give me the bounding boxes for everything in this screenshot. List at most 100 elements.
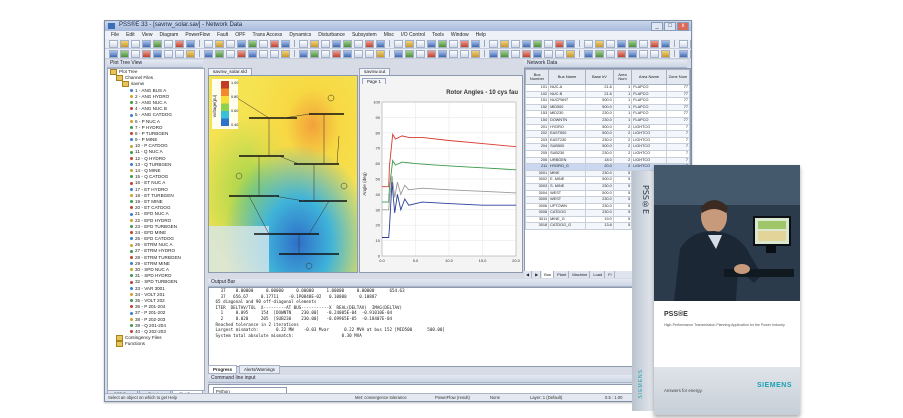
- toolbar-button[interactable]: [142, 39, 151, 48]
- plot-area[interactable]: Page 1 Rotor Angles - 10 cys fau Angle (…: [359, 75, 523, 273]
- toolbar-button[interactable]: [281, 39, 290, 48]
- toolbar-button[interactable]: [215, 49, 224, 58]
- toolbar-button[interactable]: [226, 39, 235, 48]
- toolbar-button[interactable]: [299, 49, 308, 58]
- toolbar-button[interactable]: [438, 49, 447, 58]
- toolbar-button[interactable]: [153, 49, 162, 58]
- menu-item[interactable]: Misc: [384, 32, 394, 38]
- toolbar-button[interactable]: [394, 49, 403, 58]
- toolbar-button[interactable]: [584, 49, 593, 58]
- toolbar-button[interactable]: [248, 39, 257, 48]
- toolbar-button[interactable]: [175, 39, 184, 48]
- toolbar-button[interactable]: [175, 49, 184, 58]
- toolbar-button[interactable]: [416, 39, 425, 48]
- table-row[interactable]: 206 URBGEN 18.0 2 LIGHTCO 7: [525, 156, 690, 165]
- toolbar-button[interactable]: [259, 49, 268, 58]
- toolbar-button[interactable]: [522, 49, 531, 58]
- tab-progress[interactable]: Progress: [208, 365, 238, 374]
- single-line-diagram[interactable]: voltage(pu) 1.00 0.80 0.60 0.40: [208, 75, 358, 273]
- toolbar-button[interactable]: [186, 49, 195, 58]
- column-header[interactable]: Base kV: [585, 69, 614, 85]
- toolbar-button[interactable]: [544, 49, 553, 58]
- toolbar-button[interactable]: [500, 49, 509, 58]
- toolbar-button[interactable]: [449, 49, 458, 58]
- toolbar-button[interactable]: [164, 49, 173, 58]
- toolbar-button[interactable]: [595, 39, 604, 48]
- grid-tab[interactable]: Load: [591, 271, 606, 278]
- toolbar-button[interactable]: [310, 49, 319, 58]
- menu-item[interactable]: Subsystem: [352, 32, 377, 38]
- table-row[interactable]: 203 EAST230 230.0 2 LIGHTCO 7: [525, 136, 690, 145]
- table-row[interactable]: 204 SUB500 500.0 2 LIGHTCO 7: [525, 143, 690, 151]
- toolbar-button[interactable]: [606, 49, 615, 58]
- toolbar-button[interactable]: [131, 49, 140, 58]
- toolbar-button[interactable]: [365, 39, 374, 48]
- toolbar-button[interactable]: [500, 39, 509, 48]
- toolbar-button[interactable]: [270, 49, 279, 58]
- toolbar-button[interactable]: [120, 49, 129, 58]
- toolbar-button[interactable]: [460, 39, 469, 48]
- grid-tab[interactable]: Bus: [542, 271, 555, 278]
- toolbar-button[interactable]: [511, 49, 520, 58]
- toolbar-button[interactable]: [544, 39, 553, 48]
- grid-tab-scroll-icon[interactable]: ◀: [524, 271, 533, 278]
- toolbar-button[interactable]: [237, 49, 246, 58]
- column-header[interactable]: Bus Number: [525, 69, 550, 85]
- toolbar-button[interactable]: [164, 39, 173, 48]
- toolbar-button[interactable]: [237, 39, 246, 48]
- toolbar-button[interactable]: [416, 49, 425, 58]
- menu-item[interactable]: PowerFlow: [185, 32, 210, 38]
- table-row[interactable]: 152 MID500 500.0 1 FLAPCO 77: [525, 103, 690, 112]
- toolbar-button[interactable]: [639, 39, 648, 48]
- grid-tab[interactable]: Fi: [606, 271, 615, 278]
- minimize-button[interactable]: _: [651, 22, 663, 31]
- toolbar-button[interactable]: [343, 49, 352, 58]
- menu-item[interactable]: Window: [451, 32, 469, 38]
- menu-item[interactable]: I/O Control: [401, 32, 425, 38]
- toolbar-button[interactable]: [522, 39, 531, 48]
- toolbar-button[interactable]: [460, 49, 469, 58]
- toolbar-button[interactable]: [354, 39, 363, 48]
- toolbar-button[interactable]: [332, 49, 341, 58]
- menu-item[interactable]: Disturbance: [318, 32, 345, 38]
- menu-item[interactable]: Trans Access: [252, 32, 282, 38]
- toolbar-button[interactable]: [595, 49, 604, 58]
- menu-item[interactable]: File: [111, 32, 119, 38]
- toolbar-button[interactable]: [354, 49, 363, 58]
- toolbar-button[interactable]: [270, 39, 279, 48]
- toolbar-button[interactable]: [679, 39, 688, 48]
- toolbar-button[interactable]: [555, 49, 564, 58]
- menu-item[interactable]: Dynamics: [289, 32, 311, 38]
- toolbar-button[interactable]: [259, 39, 268, 48]
- toolbar-button[interactable]: [617, 39, 626, 48]
- toolbar-button[interactable]: [555, 39, 564, 48]
- toolbar-button[interactable]: [471, 49, 480, 58]
- toolbar-button[interactable]: [343, 39, 352, 48]
- toolbar-button[interactable]: [489, 39, 498, 48]
- toolbar-button[interactable]: [628, 39, 637, 48]
- toolbar-button[interactable]: [299, 39, 308, 48]
- close-button[interactable]: x: [677, 22, 689, 31]
- toolbar-button[interactable]: [584, 39, 593, 48]
- tree-functions[interactable]: Functions: [108, 341, 204, 348]
- table-row[interactable]: 153 MID230 230.0 1 FLAPCO 77: [525, 110, 690, 118]
- column-header[interactable]: Zone Num: [665, 69, 690, 85]
- toolbar-button[interactable]: [332, 39, 341, 48]
- table-row[interactable]: 151 NUCPANT 500.0 1 FLAPCO 77: [525, 97, 690, 105]
- toolbar-button[interactable]: [109, 49, 118, 58]
- toolbar-button[interactable]: [405, 39, 414, 48]
- menu-item[interactable]: Edit: [126, 32, 135, 38]
- toolbar-button[interactable]: [628, 49, 637, 58]
- toolbar-button[interactable]: [215, 39, 224, 48]
- toolbar-button[interactable]: [405, 49, 414, 58]
- toolbar-button[interactable]: [365, 49, 374, 58]
- toolbar-button[interactable]: [376, 49, 385, 58]
- toolbar-button[interactable]: [226, 49, 235, 58]
- toolbar-button[interactable]: [661, 49, 670, 58]
- toolbar-button[interactable]: [186, 39, 195, 48]
- toolbar-button[interactable]: [310, 39, 319, 48]
- toolbar-button[interactable]: [650, 49, 659, 58]
- column-header[interactable]: Area Name: [631, 69, 667, 85]
- toolbar-button[interactable]: [281, 49, 290, 58]
- toolbar-button[interactable]: [650, 39, 659, 48]
